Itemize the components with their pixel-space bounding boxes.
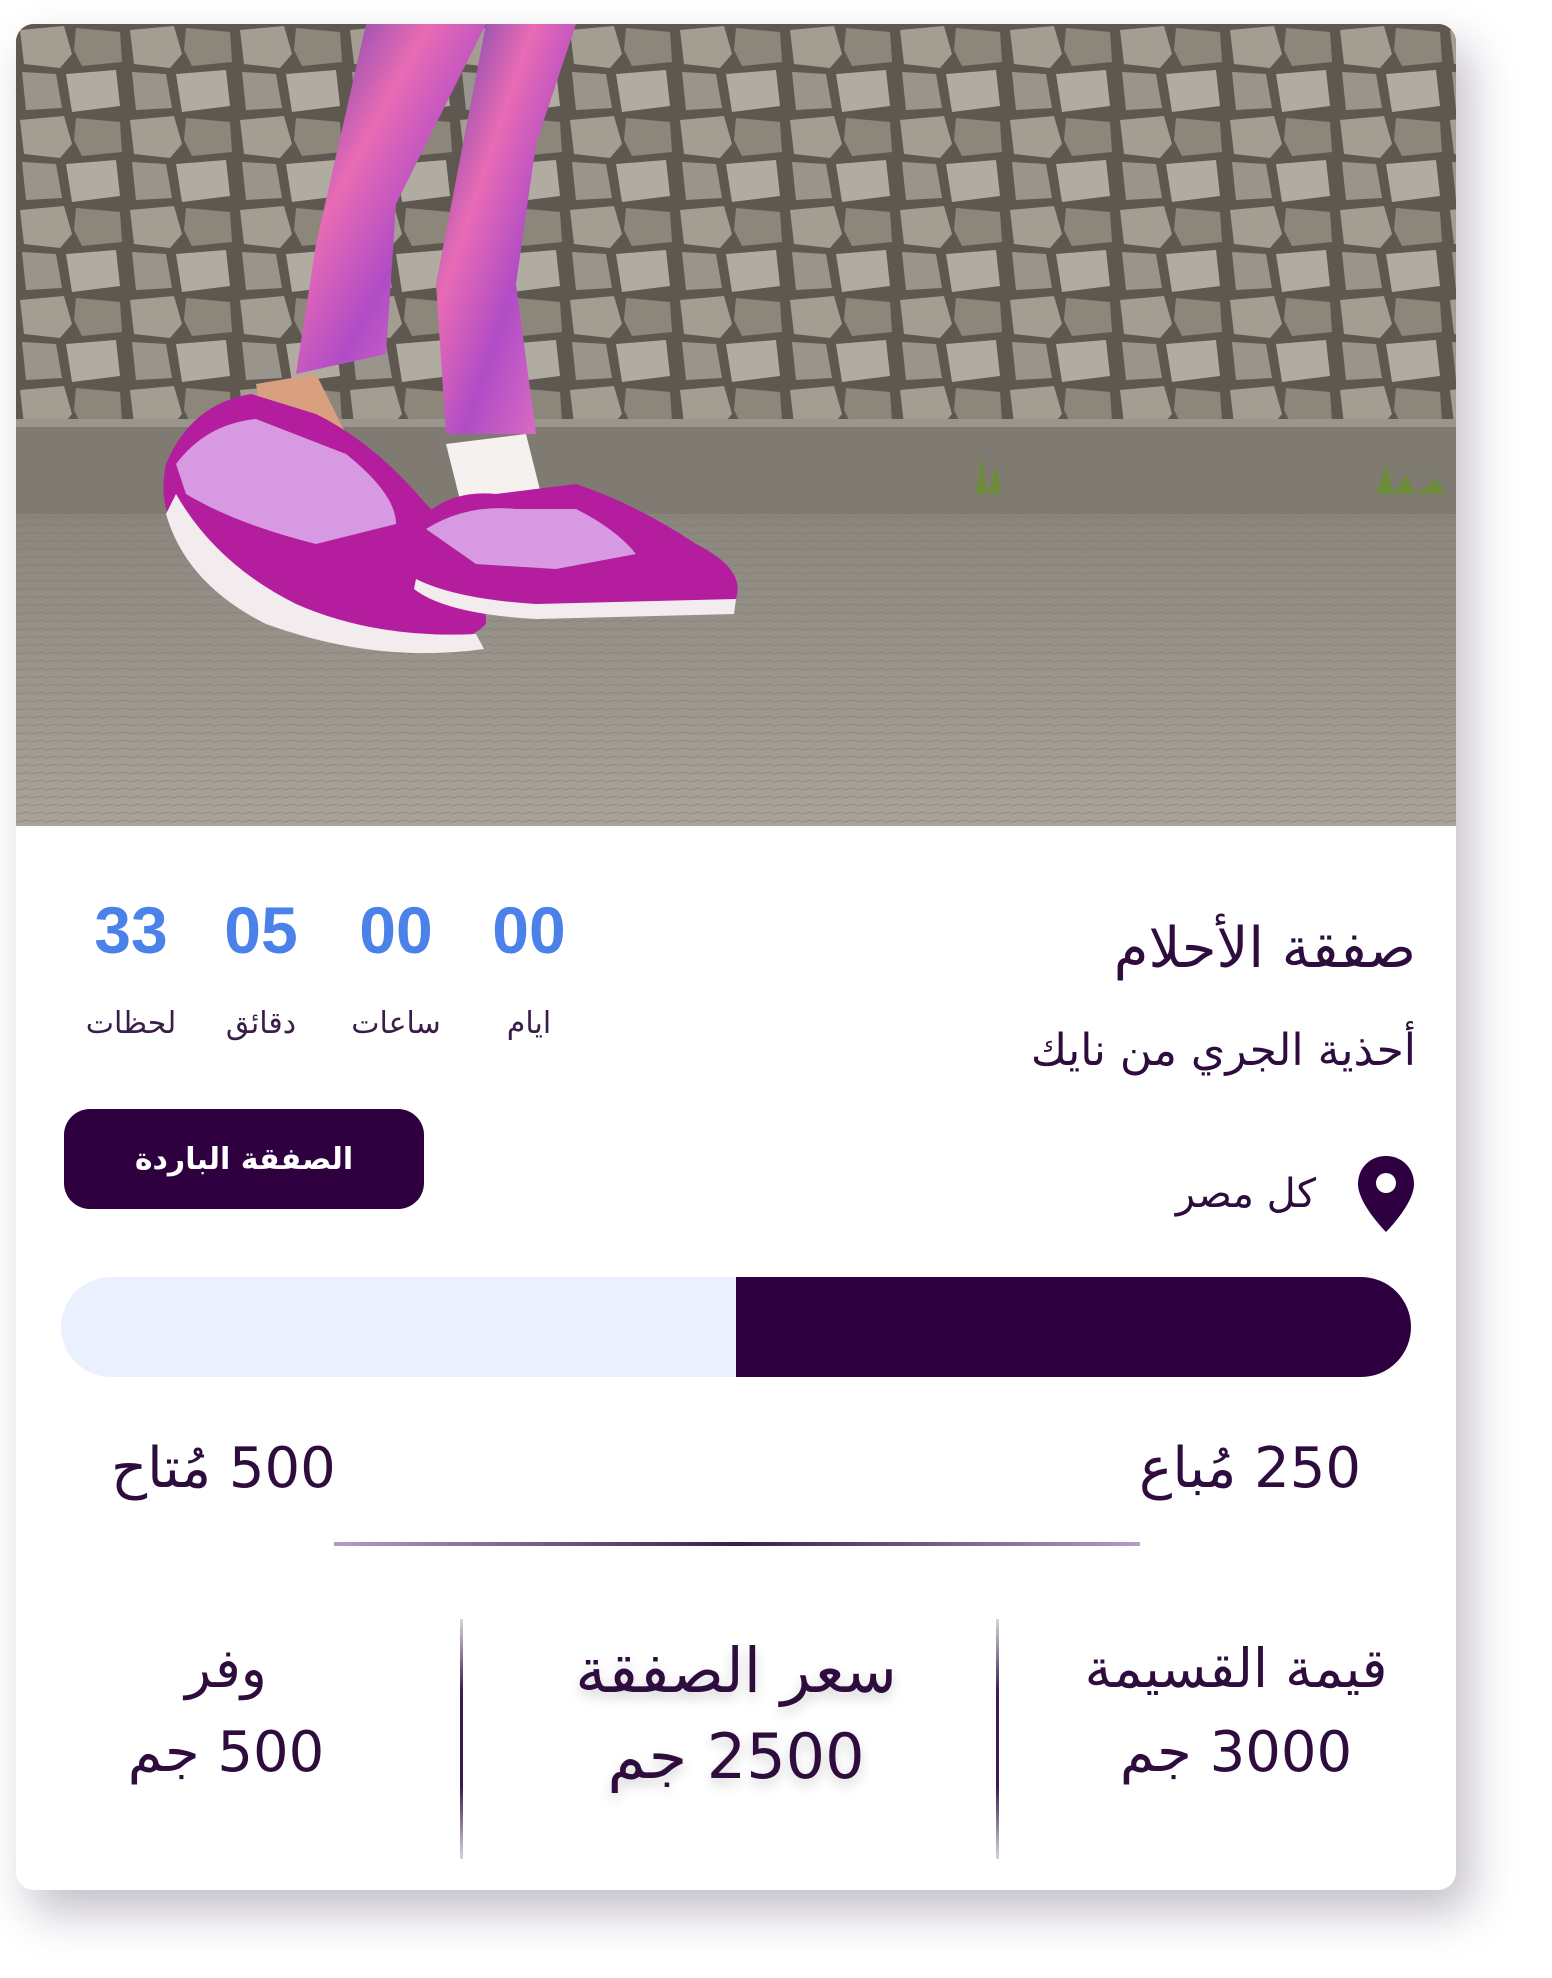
countdown-days: 00 ايام — [464, 894, 594, 1044]
deal-title: صفقة الأحلام — [1113, 916, 1416, 981]
deal-price-label: سعر الصفقة — [575, 1634, 897, 1707]
deal-card[interactable]: 33 لحظات 05 دقائق 00 ساعات 00 ايام الصفق… — [16, 24, 1456, 1890]
countdown-seconds-label: لحظات — [85, 1006, 177, 1041]
voucher-value-label: قيمة القسيمة — [1084, 1637, 1388, 1700]
stat-separator — [460, 1619, 463, 1859]
cold-deal-button[interactable]: الصفقة الباردة — [64, 1109, 424, 1209]
countdown-hours-label: ساعات — [351, 1006, 441, 1041]
countdown-timer: 33 لحظات 05 دقائق 00 ساعات 00 ايام — [66, 894, 596, 1094]
location-row[interactable]: كل مصر — [1176, 1154, 1416, 1234]
voucher-value: 3000 جم — [1119, 1720, 1353, 1785]
sales-progress-bar — [61, 1277, 1411, 1377]
savings-stat: وفر 500 جم — [76, 1629, 376, 1793]
countdown-hours: 00 ساعات — [331, 894, 461, 1044]
countdown-seconds: 33 لحظات — [66, 894, 196, 1044]
countdown-days-value: 00 — [492, 893, 566, 967]
deal-subtitle: أحذية الجري من نايك — [1030, 1025, 1416, 1076]
countdown-minutes-value: 05 — [224, 893, 298, 967]
deal-info: صفقة الأحلام أحذية الجري من نايك كل مصر — [716, 909, 1416, 1232]
countdown-days-label: ايام — [506, 1006, 552, 1041]
countdown-minutes-label: دقائق — [225, 1006, 297, 1041]
section-divider — [334, 1542, 1140, 1546]
countdown-seconds-value: 33 — [94, 893, 168, 967]
sold-count: 250 مُباع — [1138, 1436, 1361, 1501]
savings-value: 500 جم — [127, 1720, 325, 1785]
available-count: 500 مُتاح — [111, 1436, 336, 1501]
deal-price: 2500 جم — [607, 1720, 865, 1793]
countdown-hours-value: 00 — [359, 893, 433, 967]
map-pin-icon — [1358, 1156, 1414, 1232]
location-label: كل مصر — [1175, 1171, 1316, 1217]
sales-progress-fill — [736, 1277, 1411, 1377]
voucher-value-stat: قيمة القسيمة 3000 جم — [1056, 1629, 1416, 1793]
countdown-minutes: 05 دقائق — [196, 894, 326, 1044]
hero-image — [16, 24, 1456, 826]
savings-label: وفر — [185, 1637, 267, 1700]
deal-price-stat: سعر الصفقة 2500 جم — [466, 1629, 1006, 1797]
